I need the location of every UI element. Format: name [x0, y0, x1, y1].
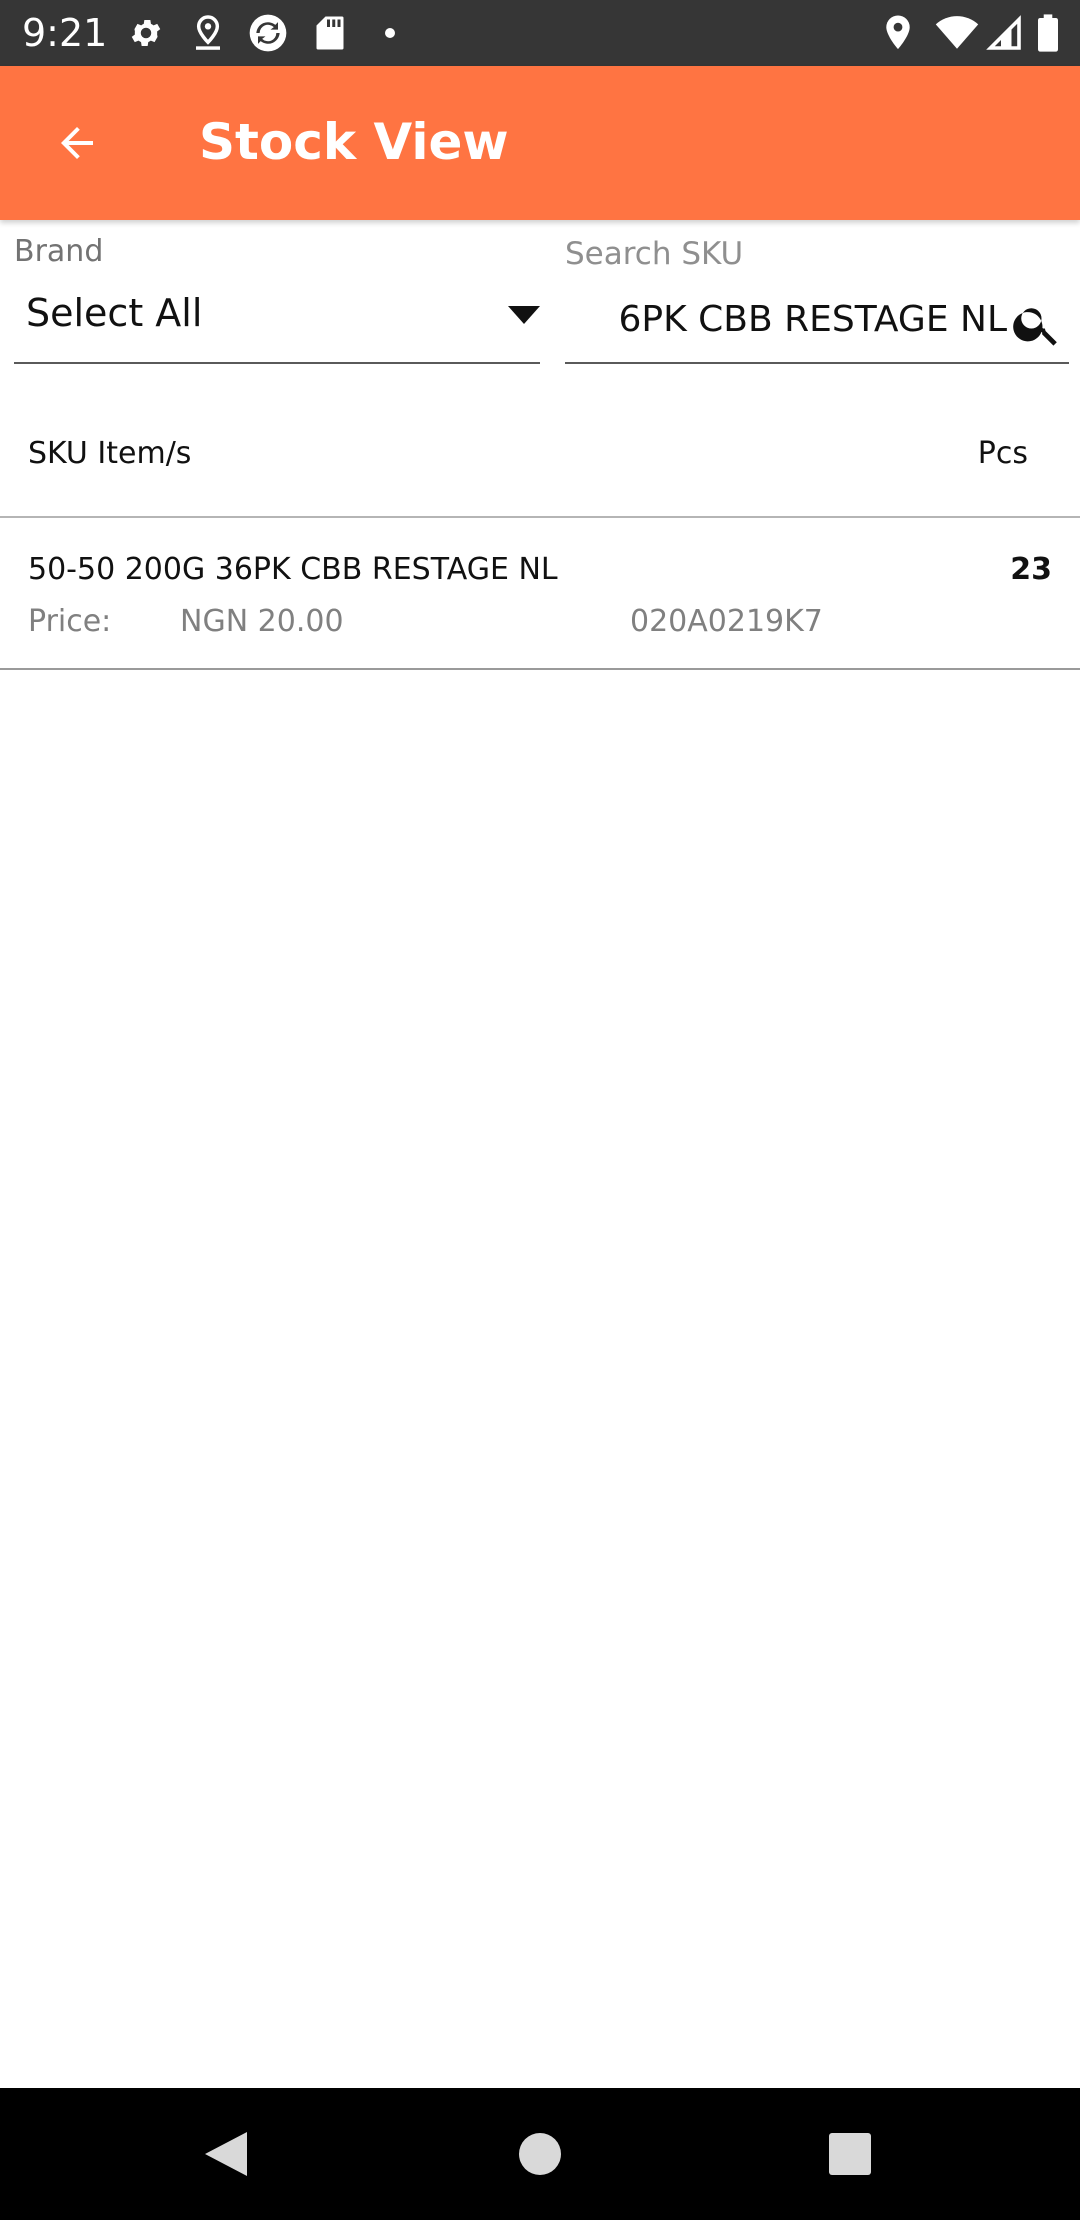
price-value: NGN 20.00	[180, 604, 344, 639]
price-label: Price:	[28, 604, 112, 639]
battery-icon	[1036, 14, 1060, 52]
search-field[interactable]: 6PK CBB RESTAGE NL	[565, 282, 1069, 364]
home-circle-icon	[519, 2133, 561, 2175]
sku-code: 020A0219K7	[630, 604, 823, 639]
header-pcs: Pcs	[977, 436, 1028, 471]
back-button[interactable]	[36, 102, 118, 184]
app-bar: Stock View	[0, 66, 1080, 220]
search-icon	[1013, 308, 1057, 346]
sku-qty: 23	[1010, 552, 1052, 587]
brand-label: Brand	[14, 234, 104, 269]
recents-square-icon	[829, 2133, 871, 2175]
nav-recents-button[interactable]	[816, 2120, 884, 2188]
gear-icon	[126, 14, 166, 52]
dropdown-arrow-icon	[508, 306, 540, 324]
back-triangle-icon	[205, 2132, 247, 2176]
search-button[interactable]	[1009, 296, 1065, 352]
page-title: Stock View	[199, 113, 509, 171]
sd-card-icon	[310, 14, 350, 52]
location-icon	[880, 14, 916, 52]
arrow-left-icon	[61, 127, 93, 159]
sku-name: 50-50 200G 36PK CBB RESTAGE NL	[28, 552, 558, 587]
wifi-icon	[934, 14, 980, 52]
header-sku-items: SKU Item/s	[28, 436, 192, 471]
brand-selected-value: Select All	[26, 291, 203, 335]
navigation-bar	[0, 2088, 1080, 2220]
search-input[interactable]: 6PK CBB RESTAGE NL	[565, 296, 1007, 344]
sync-icon	[246, 14, 290, 52]
status-bar: 9:21	[0, 0, 1080, 66]
search-input-value: 6PK CBB RESTAGE NL	[618, 299, 1007, 340]
signal-icon	[984, 14, 1024, 52]
dot-icon	[380, 14, 400, 52]
search-label: Search SKU	[565, 236, 744, 272]
location-pin-icon	[188, 14, 228, 52]
status-time: 9:21	[22, 11, 108, 55]
table-row[interactable]: 50-50 200G 36PK CBB RESTAGE NL 23 Price:…	[0, 520, 1080, 670]
nav-back-button[interactable]	[192, 2120, 260, 2188]
nav-home-button[interactable]	[506, 2120, 574, 2188]
list-header: SKU Item/s Pcs	[0, 410, 1080, 518]
brand-dropdown[interactable]: Select All	[14, 282, 540, 364]
